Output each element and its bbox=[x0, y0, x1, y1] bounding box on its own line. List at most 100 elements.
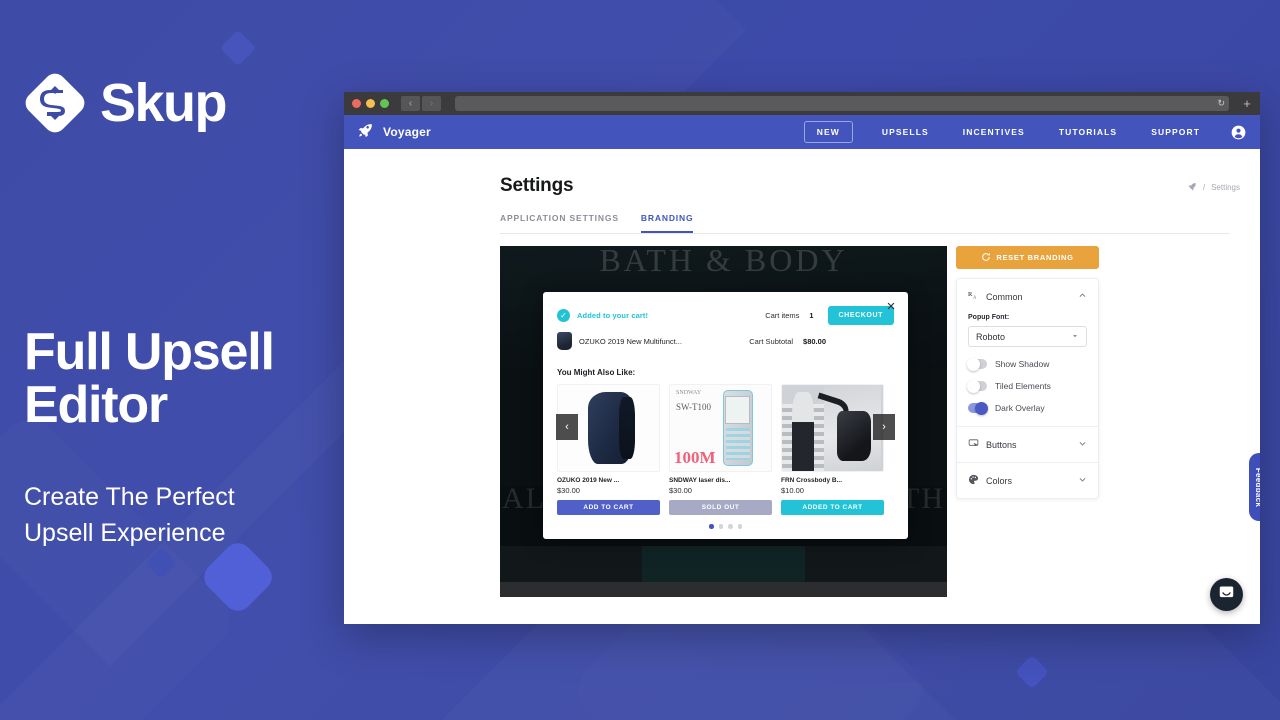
reload-icon[interactable]: ↻ bbox=[1217, 99, 1225, 108]
added-to-cart-button[interactable]: ADDED TO CART bbox=[781, 500, 884, 515]
product-price: $30.00 bbox=[669, 486, 692, 495]
show-shadow-toggle[interactable] bbox=[967, 357, 987, 371]
add-to-cart-button[interactable]: ADD TO CART bbox=[557, 500, 660, 515]
new-tab-button[interactable]: + bbox=[1239, 97, 1255, 110]
app-name: Voyager bbox=[383, 125, 431, 139]
carousel-dot[interactable] bbox=[718, 524, 723, 529]
nav-item-incentives[interactable]: INCENTIVES bbox=[946, 127, 1042, 137]
rocket-icon bbox=[358, 122, 374, 143]
cart-subtotal-meta: Cart Subtotal $80.00 bbox=[749, 337, 826, 346]
section-header-buttons[interactable]: Buttons bbox=[957, 427, 1098, 462]
toggle-knob bbox=[967, 379, 980, 393]
check-circle-icon: ✓ bbox=[557, 309, 570, 322]
product-card[interactable]: FRN Crossbody B... $10.00 ADDED TO CART bbox=[781, 384, 884, 515]
dark-overlay-toggle[interactable] bbox=[968, 401, 988, 415]
font-typography-icon: R A bbox=[968, 290, 979, 303]
popup-font-label: Popup Font: bbox=[968, 314, 1010, 321]
tab-application-settings[interactable]: APPLICATION SETTINGS bbox=[500, 213, 619, 233]
svg-text:A: A bbox=[973, 295, 977, 300]
cart-subtotal-label: Cart Subtotal bbox=[749, 336, 794, 346]
popup-font-value: Roboto bbox=[976, 331, 1006, 342]
popup-body: You Might Also Like: OZUKO 2019 New ... … bbox=[543, 362, 908, 539]
product-range-label: 100M bbox=[674, 447, 716, 467]
app-navigation-bar: Voyager NEW UPSELLS INCENTIVES TUTORIALS… bbox=[344, 115, 1260, 149]
carousel-dot[interactable] bbox=[709, 524, 714, 529]
toggle-row-tiled-elements[interactable]: Tiled Elements bbox=[967, 379, 1087, 393]
reset-branding-button[interactable]: RESET BRANDING bbox=[956, 246, 1099, 269]
settings-content: BATH & BODY ALS ATH × ✓ Added to your ca… bbox=[344, 234, 1260, 597]
product-card[interactable]: SNDWAY SW-T100 100M SNDWAY laser dis... … bbox=[669, 384, 772, 515]
product-name: OZUKO 2019 New ... bbox=[557, 477, 620, 484]
toggle-knob bbox=[975, 401, 988, 415]
nav-item-new[interactable]: NEW bbox=[803, 121, 853, 143]
page-header: Settings / Settings APPLICATION SETTINGS… bbox=[344, 149, 1260, 234]
cart-product-name: OZUKO 2019 New Multifunct... bbox=[579, 336, 682, 346]
app-brand[interactable]: Voyager bbox=[358, 122, 431, 143]
cart-items-value: 1 bbox=[809, 311, 814, 320]
close-window-icon[interactable] bbox=[352, 99, 361, 108]
chevron-down-icon[interactable] bbox=[1078, 475, 1087, 486]
carousel-dot[interactable] bbox=[737, 524, 742, 529]
window-traffic-lights[interactable] bbox=[349, 99, 389, 108]
feedback-tab[interactable]: Feedback bbox=[1249, 453, 1260, 521]
browser-nav-buttons[interactable]: ‹ › bbox=[401, 96, 441, 111]
maximize-window-icon[interactable] bbox=[380, 99, 389, 108]
product-brand-label: SNDWAY bbox=[676, 390, 702, 397]
carousel-dots bbox=[557, 524, 894, 529]
user-account-icon[interactable] bbox=[1231, 125, 1246, 140]
dark-overlay-label: Dark Overlay bbox=[995, 403, 1045, 413]
brand-logo: Skup bbox=[24, 72, 344, 134]
chevron-down-icon bbox=[1071, 332, 1079, 342]
toggle-row-show-shadow[interactable]: Show Shadow bbox=[967, 357, 1087, 371]
upsell-popup: × ✓ Added to your cart! Cart items 1 CHE… bbox=[543, 292, 908, 539]
product-carousel: OZUKO 2019 New ... $30.00 ADD TO CART SN… bbox=[556, 384, 895, 515]
forward-arrow-icon[interactable]: › bbox=[422, 96, 441, 111]
refresh-icon bbox=[981, 252, 991, 264]
headline-line-2: Editor bbox=[24, 376, 168, 435]
carousel-prev-icon[interactable]: ‹ bbox=[556, 414, 578, 440]
section-title-buttons: Buttons bbox=[986, 439, 1017, 450]
browser-chrome-bar: ‹ › ↻ + bbox=[344, 92, 1260, 115]
chevron-down-icon[interactable] bbox=[1078, 439, 1087, 450]
nav-item-support[interactable]: SUPPORT bbox=[1134, 127, 1217, 137]
added-to-cart-text: Added to your cart! bbox=[577, 311, 649, 320]
chat-launcher-button[interactable] bbox=[1210, 578, 1243, 611]
back-arrow-icon[interactable]: ‹ bbox=[401, 96, 420, 111]
chevron-up-icon[interactable] bbox=[1078, 291, 1087, 302]
product-price: $30.00 bbox=[557, 486, 580, 495]
product-card[interactable]: OZUKO 2019 New ... $30.00 ADD TO CART bbox=[557, 384, 660, 515]
tab-branding[interactable]: BRANDING bbox=[640, 213, 694, 233]
section-header-colors[interactable]: Colors bbox=[957, 463, 1098, 498]
toggle-knob bbox=[967, 357, 980, 371]
device-body bbox=[722, 390, 753, 466]
section-title-common: Common bbox=[986, 291, 1023, 302]
carousel-dot[interactable] bbox=[728, 524, 733, 529]
tiled-elements-toggle[interactable] bbox=[967, 379, 987, 393]
breadcrumb: / Settings bbox=[1188, 182, 1240, 193]
intercom-chat-icon bbox=[1218, 584, 1235, 606]
recommendations-title: You Might Also Like: bbox=[557, 368, 636, 377]
nav-item-tutorials[interactable]: TUTORIALS bbox=[1042, 127, 1134, 137]
breadcrumb-current: Settings bbox=[1211, 183, 1240, 192]
tiled-elements-label: Tiled Elements bbox=[995, 381, 1051, 391]
browser-window: ‹ › ↻ + Voyager NEW UPSELLS INCENTIVES T… bbox=[344, 92, 1260, 624]
cart-status-row: ✓ Added to your cart! Cart items 1 CHECK… bbox=[557, 306, 894, 325]
toggle-row-dark-overlay[interactable]: Dark Overlay bbox=[968, 401, 1087, 415]
device-keypad bbox=[725, 427, 750, 461]
promo-panel: Skup Full Upsell Editor Create The Perfe… bbox=[24, 72, 344, 551]
cart-product-row: OZUKO 2019 New Multifunct... Cart Subtot… bbox=[557, 332, 894, 350]
close-icon[interactable]: × bbox=[884, 299, 898, 314]
button-cursor-icon bbox=[968, 438, 979, 451]
settings-page: Settings / Settings APPLICATION SETTINGS… bbox=[344, 149, 1260, 624]
headline-line-1: Full Upsell bbox=[24, 323, 275, 381]
minimize-window-icon[interactable] bbox=[366, 99, 375, 108]
address-bar[interactable]: ↻ bbox=[455, 96, 1229, 111]
popup-font-select[interactable]: Roboto bbox=[968, 326, 1087, 347]
popup-header: × ✓ Added to your cart! Cart items 1 CHE… bbox=[543, 292, 908, 362]
nav-item-upsells[interactable]: UPSELLS bbox=[865, 127, 946, 137]
section-header-common[interactable]: R A Common bbox=[957, 279, 1098, 314]
settings-sections-card: R A Common Popup Font: Roboto Show Shado… bbox=[956, 278, 1099, 499]
carousel-next-icon[interactable]: › bbox=[873, 414, 895, 440]
rocket-icon[interactable] bbox=[1188, 182, 1197, 193]
upsell-preview-stage: BATH & BODY ALS ATH × ✓ Added to your ca… bbox=[500, 246, 947, 597]
